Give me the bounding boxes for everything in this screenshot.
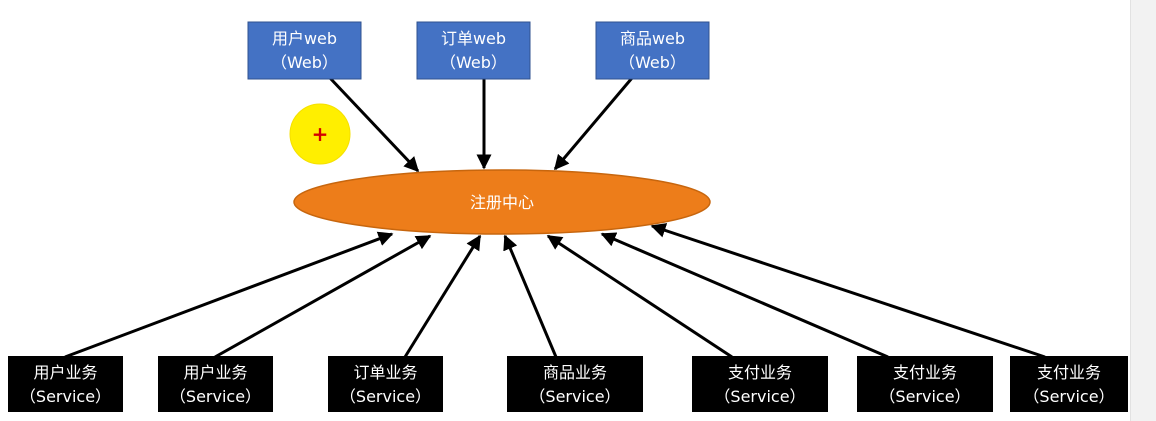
service-node-title: 支付业务	[1037, 363, 1101, 382]
web-node-subtitle: （Web）	[271, 53, 338, 72]
arrow-service-2	[214, 234, 432, 359]
service-arrows	[64, 223, 1046, 359]
service-node-subtitle: （Service）	[714, 387, 805, 406]
arrow-service-3	[403, 234, 482, 358]
service-node-title: 用户业务	[183, 363, 247, 382]
registry-center-node: 注册中心	[293, 169, 711, 235]
cursor-highlight: +	[289, 103, 351, 165]
arrow-service-1	[64, 231, 394, 359]
web-node-subtitle: （Web）	[440, 53, 507, 72]
service-node-user-1: 用户业务 （Service）	[8, 356, 123, 412]
service-node-title: 支付业务	[893, 363, 957, 382]
arrow-service-6	[600, 232, 889, 359]
arrow-service-7	[650, 223, 1046, 359]
service-node-subtitle: （Service）	[340, 387, 431, 406]
web-node-user: 用户web （Web）	[247, 21, 362, 80]
service-node-subtitle: （Service）	[20, 387, 111, 406]
scrollbar-edge	[1130, 0, 1131, 421]
service-node-payment-3: 支付业务 （Service）	[1010, 356, 1128, 412]
vertical-scrollbar[interactable]	[1130, 0, 1156, 421]
web-node-title: 订单web	[441, 29, 506, 48]
service-node-title: 商品业务	[543, 363, 607, 382]
web-node-title: 用户web	[272, 29, 337, 48]
service-node-subtitle: （Service）	[1023, 387, 1114, 406]
service-node-title: 支付业务	[728, 363, 792, 382]
registry-diagram: 注册中心 用户web （Web） 订单web （Web） 商品web （Web）…	[8, 21, 1128, 412]
registry-label: 注册中心	[470, 193, 534, 212]
service-node-payment-1: 支付业务 （Service）	[692, 356, 828, 412]
service-node-subtitle: （Service）	[170, 387, 261, 406]
web-arrows	[328, 76, 634, 173]
web-node-subtitle: （Web）	[619, 53, 686, 72]
service-node-payment-2: 支付业务 （Service）	[857, 356, 993, 412]
arrow-web-3	[553, 77, 634, 171]
service-node-subtitle: （Service）	[529, 387, 620, 406]
arrow-service-5	[546, 234, 733, 359]
service-node-title: 用户业务	[33, 363, 97, 382]
canvas: 注册中心 用户web （Web） 订单web （Web） 商品web （Web）…	[0, 0, 1156, 421]
service-node-product: 商品业务 （Service）	[507, 356, 643, 412]
service-node-order: 订单业务 （Service）	[328, 356, 443, 412]
cursor-plus-icon: +	[312, 122, 329, 146]
arrow-service-4	[503, 234, 558, 358]
web-node-product: 商品web （Web）	[595, 21, 710, 80]
web-node-order: 订单web （Web）	[416, 21, 531, 80]
service-node-subtitle: （Service）	[879, 387, 970, 406]
service-node-user-2: 用户业务 （Service）	[158, 356, 273, 412]
service-node-title: 订单业务	[353, 363, 417, 382]
web-node-title: 商品web	[620, 29, 685, 48]
